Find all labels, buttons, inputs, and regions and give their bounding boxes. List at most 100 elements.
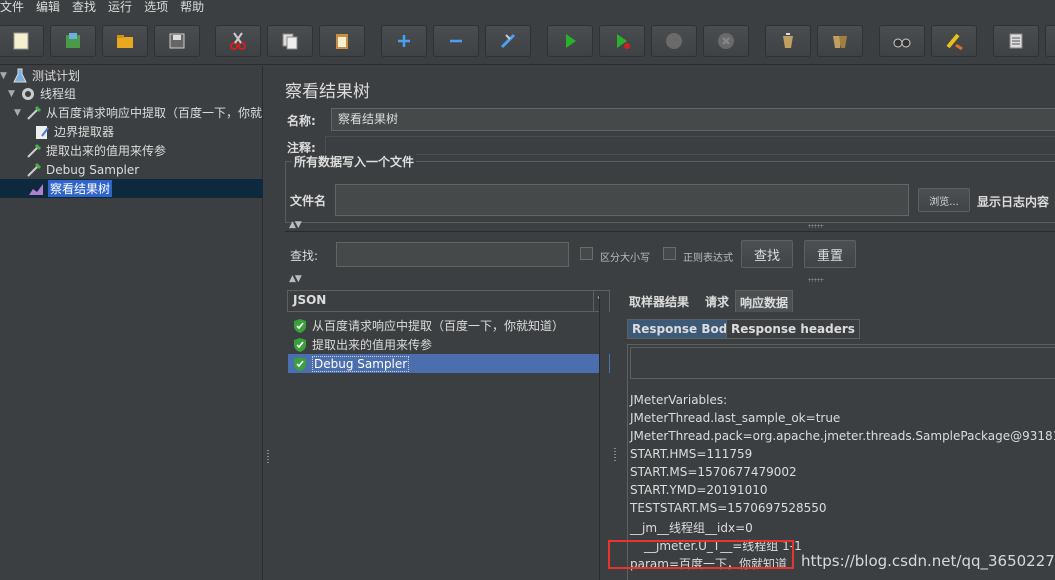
case-sensitive-checkbox[interactable] <box>580 247 593 260</box>
shutdown-button[interactable] <box>703 25 749 57</box>
collapse-arrows-icon[interactable]: ▲▼ <box>289 274 302 284</box>
menu-help[interactable]: 帮助 <box>174 0 210 17</box>
search-icon <box>893 38 911 48</box>
renderer-value: JSON <box>293 293 327 307</box>
log-content-label: 显示日志内容 <box>977 195 1050 209</box>
regex-label: 正则表达式 <box>683 253 733 264</box>
expand-arrow-icon[interactable]: ▼ <box>14 108 24 118</box>
response-line: JMeterVariables: <box>630 393 728 407</box>
reset-search-button[interactable] <box>931 25 977 57</box>
subtab-response-body[interactable]: Response Body <box>627 319 741 339</box>
result-item-label: 提取出来的值用来传参 <box>312 338 433 352</box>
result-item-label: 从百度请求响应中提取（百度一下，你就知道） <box>312 319 565 333</box>
response-search-bar[interactable] <box>630 347 1055 379</box>
paste-icon <box>336 34 348 49</box>
expand-button[interactable] <box>381 25 427 57</box>
tree-item-test-plan[interactable]: ▼ 测试计划 <box>0 66 263 85</box>
tree-item-view-results-tree[interactable]: 察看结果树 <box>0 179 263 198</box>
menu-bar: 文件 编辑 查找 运行 选项 帮助 <box>0 0 1055 17</box>
expand-arrow-icon[interactable]: ▼ <box>8 89 18 99</box>
clear-button[interactable] <box>765 25 811 57</box>
new-button[interactable] <box>0 25 44 57</box>
result-item[interactable]: 提取出来的值用来传参 <box>288 335 610 354</box>
toggle-button[interactable] <box>485 25 531 57</box>
menu-options[interactable]: 选项 <box>138 0 174 17</box>
search-input[interactable] <box>336 242 569 267</box>
menu-search[interactable]: 查找 <box>66 0 102 17</box>
start-no-pause-button[interactable] <box>599 25 645 57</box>
filename-field[interactable] <box>335 184 909 216</box>
split-pane-divider[interactable] <box>263 66 273 580</box>
response-line: START.YMD=20191010 <box>630 483 768 497</box>
subtab-response-headers[interactable]: Response headers <box>726 319 860 339</box>
extractor-icon <box>34 124 50 140</box>
view-results-tree-panel: 察看结果树 名称: 察看结果树 注释: 所有数据写入一个文件 文件名 浏览...… <box>273 66 1055 580</box>
save-button[interactable] <box>154 25 200 57</box>
clear-all-icon <box>833 36 847 48</box>
splitter-grip[interactable] <box>808 278 824 282</box>
function-helper-button[interactable] <box>993 25 1039 57</box>
browse-button[interactable]: 浏览... <box>918 188 970 212</box>
start-icon <box>566 34 576 48</box>
template-icon <box>66 33 80 48</box>
expand-icon <box>398 35 410 47</box>
watermark: https://blog.csdn.net/qq_36502272 <box>801 552 1055 570</box>
result-item[interactable]: 从百度请求响应中提取（百度一下，你就知道） <box>288 316 610 335</box>
tree-item-debug-sampler[interactable]: Debug Sampler <box>0 160 263 179</box>
find-button[interactable]: 查找 <box>741 240 793 268</box>
renderer-select[interactable]: JSON ▼ <box>287 290 610 312</box>
page-title: 察看结果树 <box>285 82 370 102</box>
comment-field[interactable] <box>325 136 1055 155</box>
copy-icon <box>282 33 298 50</box>
splitter-grip[interactable] <box>808 224 824 228</box>
regex-checkbox[interactable] <box>663 247 676 260</box>
test-plan-icon <box>12 68 28 84</box>
template-button[interactable] <box>50 25 96 57</box>
expand-arrow-icon[interactable]: ▼ <box>0 71 10 81</box>
menu-file[interactable]: 文件 <box>0 0 30 17</box>
tree-item-param-sampler[interactable]: 提取出来的值用来传参 <box>0 141 263 160</box>
tree-item-label: 边界提取器 <box>54 125 115 139</box>
results-scrollbar[interactable] <box>599 296 609 580</box>
copy-button[interactable] <box>267 25 313 57</box>
start-button[interactable] <box>547 25 593 57</box>
sampler-icon <box>26 162 42 178</box>
more-button[interactable] <box>1045 25 1055 57</box>
tree-item-label: 察看结果树 <box>48 180 113 197</box>
tree-item-boundary-extractor[interactable]: 边界提取器 <box>0 122 263 141</box>
response-line: __jm__线程组__idx=0 <box>630 521 753 535</box>
name-label: 名称: <box>287 114 316 128</box>
tree-item-baidu-sampler[interactable]: ▼ 从百度请求响应中提取（百度一下，你就 <box>0 103 263 122</box>
name-field[interactable]: 察看结果树 <box>331 108 1055 131</box>
tree-item-label: 提取出来的值用来传参 <box>46 144 167 158</box>
reset-button[interactable]: 重置 <box>804 240 856 268</box>
toolbar <box>0 17 1055 65</box>
menu-edit[interactable]: 编辑 <box>30 0 66 17</box>
success-shield-icon <box>292 337 308 353</box>
results-list: JSON ▼ 从百度请求响应中提取（百度一下，你就知道） 提取出来的值用来传参 … <box>287 288 613 580</box>
divider-grip[interactable] <box>266 449 270 463</box>
tree-item-thread-group[interactable]: ▼ 线程组 <box>0 84 263 103</box>
stop-icon <box>666 33 682 49</box>
clear-all-button[interactable] <box>817 25 863 57</box>
response-line: TESTSTART.MS=1570697528550 <box>630 501 827 515</box>
paste-button[interactable] <box>319 25 365 57</box>
response-line: JMeterThread.pack=org.apache.jmeter.thre… <box>630 429 1055 443</box>
tab-response-data[interactable]: 响应数据 <box>735 290 794 312</box>
tree-item-label: 从百度请求响应中提取（百度一下，你就 <box>46 106 263 120</box>
separator <box>285 231 1055 232</box>
results-divider-grip[interactable] <box>613 447 617 461</box>
shutdown-icon <box>718 33 734 49</box>
search-button[interactable] <box>879 25 925 57</box>
collapse-arrows-icon[interactable]: ▲▼ <box>289 220 302 230</box>
collapse-button[interactable] <box>433 25 479 57</box>
tab-request[interactable]: 请求 <box>701 290 733 312</box>
cut-button[interactable] <box>215 25 261 57</box>
tab-sampler-result[interactable]: 取样器结果 <box>625 290 693 312</box>
menu-run[interactable]: 运行 <box>102 0 138 17</box>
tree-item-label: 线程组 <box>40 87 77 101</box>
open-button[interactable] <box>102 25 148 57</box>
stop-button[interactable] <box>651 25 697 57</box>
result-item-selected[interactable]: Debug Sampler <box>288 354 610 373</box>
open-icon <box>117 35 133 48</box>
